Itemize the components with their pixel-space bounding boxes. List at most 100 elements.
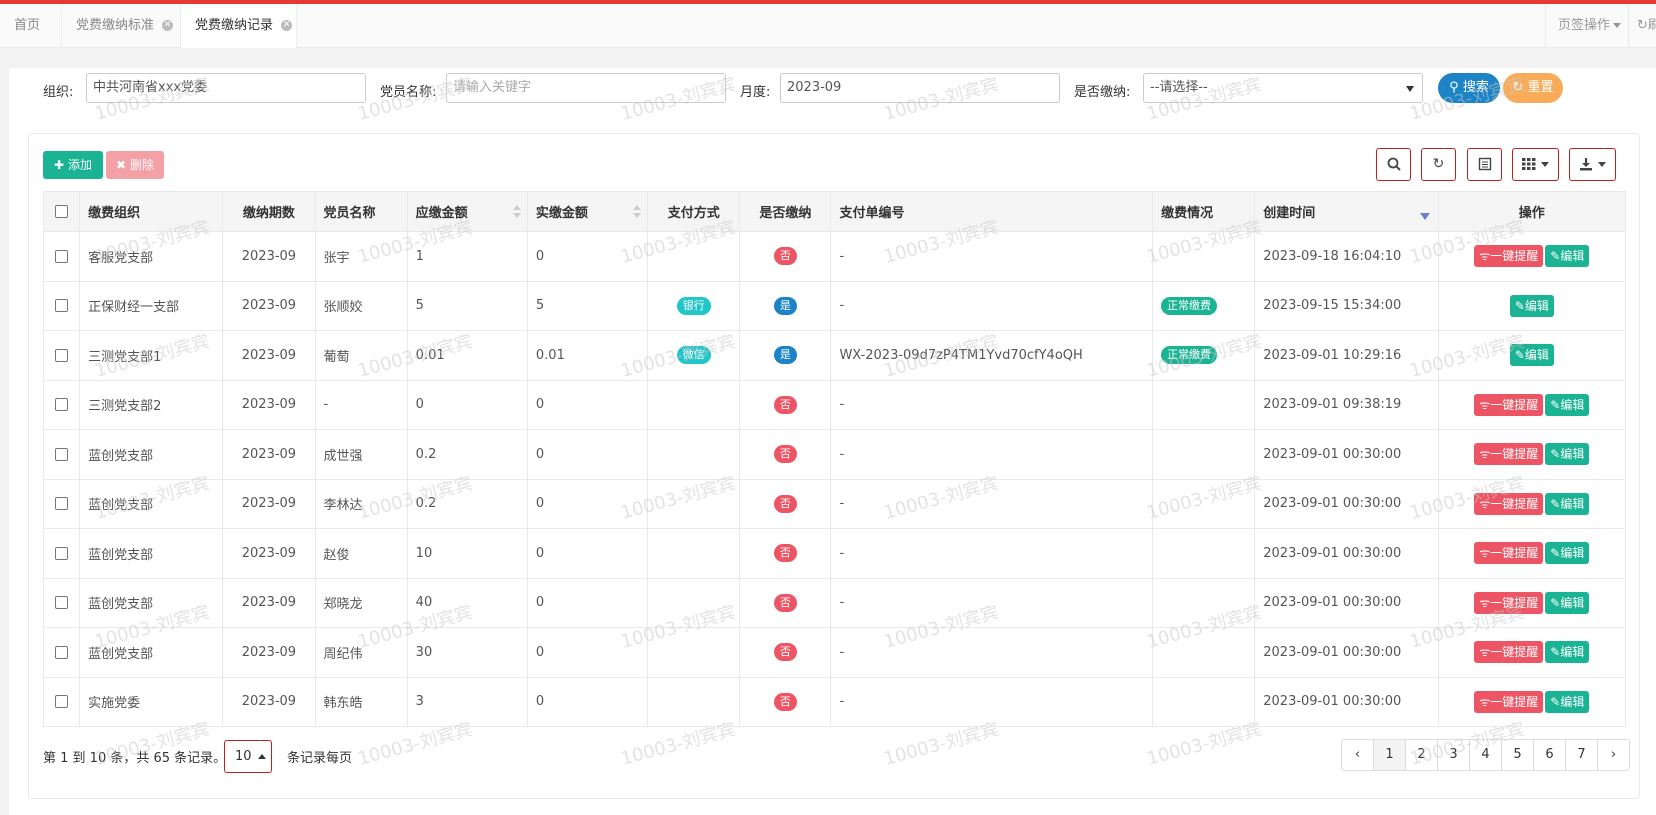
refresh-icon: ↻: [1637, 18, 1648, 33]
month-input[interactable]: 2023-09: [780, 73, 1060, 103]
row-checkbox[interactable]: [55, 398, 69, 412]
edit-button[interactable]: ✎编辑: [1509, 294, 1554, 317]
table-row[interactable]: 客服党支部 2023-09 张宇 1 0 否 - 2023-09-18 16:04:10 ᯤ一键…: [42, 231, 1627, 282]
edit-button[interactable]: ✎编辑: [1545, 591, 1590, 614]
export-dropdown-button[interactable]: [1569, 148, 1616, 181]
edit-button[interactable]: ✎编辑: [1545, 542, 1590, 565]
paid-status-badge: 否: [773, 494, 797, 513]
add-button[interactable]: ✚ 添加: [43, 151, 103, 179]
col-order-no[interactable]: 支付单编号: [830, 191, 1154, 232]
row-checkbox[interactable]: [55, 447, 69, 461]
row-select-cell: [42, 330, 81, 381]
tab-home[interactable]: 首页: [0, 4, 62, 48]
edit-button[interactable]: ✎编辑: [1545, 492, 1590, 515]
toggle-view-button[interactable]: [1467, 148, 1502, 181]
page-ops-dropdown[interactable]: 页签操作: [1545, 4, 1633, 48]
edit-button[interactable]: ✎编辑: [1545, 690, 1590, 713]
remind-button[interactable]: ᯤ一键提醒: [1474, 542, 1544, 565]
page-button[interactable]: 4: [1469, 739, 1502, 771]
reset-button[interactable]: ↻ 重置: [1503, 73, 1563, 103]
page-button[interactable]: 7: [1565, 739, 1598, 771]
table-row[interactable]: 蓝创党支部 2023-09 赵俊 10 0 否 - 2023-09-01 00:30:00 ᯤ一…: [42, 528, 1627, 579]
select-all-checkbox[interactable]: [55, 205, 69, 218]
remind-button[interactable]: ᯤ一键提醒: [1474, 641, 1544, 664]
col-status[interactable]: 缴费情况: [1152, 191, 1256, 232]
page-button[interactable]: 1: [1373, 739, 1406, 771]
paid-status-select[interactable]: --请选择--: [1143, 73, 1423, 103]
table-row[interactable]: 蓝创党支部 2023-09 成世强 0.2 0 否 - 2023-09-01 00:30:00…: [42, 429, 1627, 480]
org-input[interactable]: 中共河南省xxx党委: [86, 73, 366, 103]
edit-button[interactable]: ✎编辑: [1545, 245, 1590, 268]
table-row[interactable]: 蓝创党支部 2023-09 周纪伟 30 0 否 - 2023-09-01 00:30:00 ᯤ…: [42, 627, 1627, 678]
remind-label: 一键提醒: [1490, 447, 1539, 462]
table-row[interactable]: 实施党委 2023-09 韩东皓 3 0 否 - 2023-09-01 00:30:00 ᯤ一键…: [42, 676, 1627, 727]
prev-page-button[interactable]: ‹: [1341, 739, 1374, 771]
row-checkbox[interactable]: [55, 596, 69, 610]
col-created[interactable]: 创建时间: [1254, 191, 1439, 232]
col-period[interactable]: 缴纳期数: [222, 191, 316, 232]
close-icon[interactable]: ✕: [281, 20, 293, 31]
edit-button[interactable]: ✎编辑: [1509, 344, 1554, 367]
cell-paid-amount: 0: [526, 528, 649, 579]
col-member[interactable]: 党员名称: [314, 191, 408, 232]
edit-button[interactable]: ✎编辑: [1545, 393, 1590, 416]
cell-method: [647, 676, 741, 727]
remind-button[interactable]: ᯤ一键提醒: [1474, 492, 1544, 515]
table-row[interactable]: 三测党支部2 2023-09-0 0 否 -2023-09-01 09:38:19 ᯤ一键…: [42, 379, 1627, 430]
toggle-search-button[interactable]: [1376, 148, 1411, 181]
table-row[interactable]: 正保财经一支部 2023-09 张顺姣 5 5 银行是 - 正常缴费 2023-09-15 15…: [42, 280, 1627, 331]
tab-fee-records[interactable]: 党费缴纳记录 ✕: [181, 4, 297, 48]
cell-paid-amount: 0: [526, 231, 649, 282]
remind-button[interactable]: ᯤ一键提醒: [1474, 393, 1544, 416]
row-checkbox[interactable]: [55, 695, 69, 709]
cell-due: 5: [406, 280, 528, 331]
row-checkbox[interactable]: [55, 645, 69, 659]
cell-order-no: -: [830, 676, 1154, 727]
page-button[interactable]: 3: [1437, 739, 1470, 771]
member-search-input[interactable]: 请输入关键字: [446, 73, 726, 103]
search-button[interactable]: ⚲ 搜索: [1438, 73, 1500, 103]
page-button[interactable]: 5: [1501, 739, 1534, 771]
col-org[interactable]: 缴费组织: [79, 191, 224, 232]
col-is-paid[interactable]: 是否缴纳: [739, 191, 832, 232]
delete-button[interactable]: ✖ 删除: [106, 151, 164, 179]
col-paid-amount[interactable]: 实缴金额: [526, 191, 649, 232]
page-size-select[interactable]: 10: [224, 740, 272, 773]
page-size-value: 10: [235, 749, 252, 764]
row-checkbox[interactable]: [55, 249, 69, 263]
row-checkbox[interactable]: [55, 546, 69, 560]
cell-org: 蓝创党支部: [79, 429, 224, 480]
table-row[interactable]: 蓝创党支部 2023-09 李林达 0.2 0 否 - 2023-09-01 00:30:00…: [42, 478, 1627, 529]
refresh-table-button[interactable]: ↻: [1421, 148, 1456, 181]
columns-dropdown-button[interactable]: [1512, 148, 1559, 181]
grid-icon: [1522, 158, 1536, 170]
cell-created: 2023-09-01 00:30:00: [1254, 429, 1439, 480]
row-checkbox[interactable]: [55, 348, 69, 362]
pagination: ‹ 1 2 3 4 5 6 7 ›: [1341, 739, 1630, 771]
refresh-tab-button[interactable]: ↻刷新: [1628, 4, 1656, 48]
remind-button[interactable]: ᯤ一键提醒: [1474, 690, 1544, 713]
row-select-cell: [42, 528, 81, 579]
close-icon[interactable]: ✕: [162, 20, 174, 31]
edit-button[interactable]: ✎编辑: [1545, 641, 1590, 664]
cell-created: 2023-09-01 00:30:00: [1254, 676, 1439, 727]
col-pay-method[interactable]: 支付方式: [647, 191, 741, 232]
member-label: 党员名称:: [380, 85, 437, 100]
row-checkbox[interactable]: [55, 497, 69, 511]
table-row[interactable]: 蓝创党支部 2023-09 郑晓龙 40 0 否 - 2023-09-01 00:30:00 ᯤ…: [42, 577, 1627, 628]
page-button[interactable]: 6: [1533, 739, 1566, 771]
cell-paid-amount: 0: [526, 478, 649, 529]
remind-button[interactable]: ᯤ一键提醒: [1474, 591, 1544, 614]
cell-status: [1152, 429, 1256, 480]
remind-button[interactable]: ᯤ一键提醒: [1474, 245, 1544, 268]
remind-button[interactable]: ᯤ一键提醒: [1474, 443, 1544, 466]
page-button[interactable]: 2: [1405, 739, 1438, 771]
row-checkbox[interactable]: [55, 299, 69, 313]
cell-actions: ᯤ一键提醒 ✎编辑: [1437, 379, 1627, 430]
table-row[interactable]: 三测党支部1 2023-09 葡萄 0.01 0.01 微信是 WX-2023-09d7zP…: [42, 330, 1627, 381]
edit-button[interactable]: ✎编辑: [1545, 443, 1590, 466]
tab-fee-standard[interactable]: 党费缴纳标准 ✕: [62, 4, 181, 48]
cell-due: 10: [406, 528, 528, 579]
col-due-amount[interactable]: 应缴金额: [406, 191, 528, 232]
next-page-button[interactable]: ›: [1597, 739, 1630, 771]
